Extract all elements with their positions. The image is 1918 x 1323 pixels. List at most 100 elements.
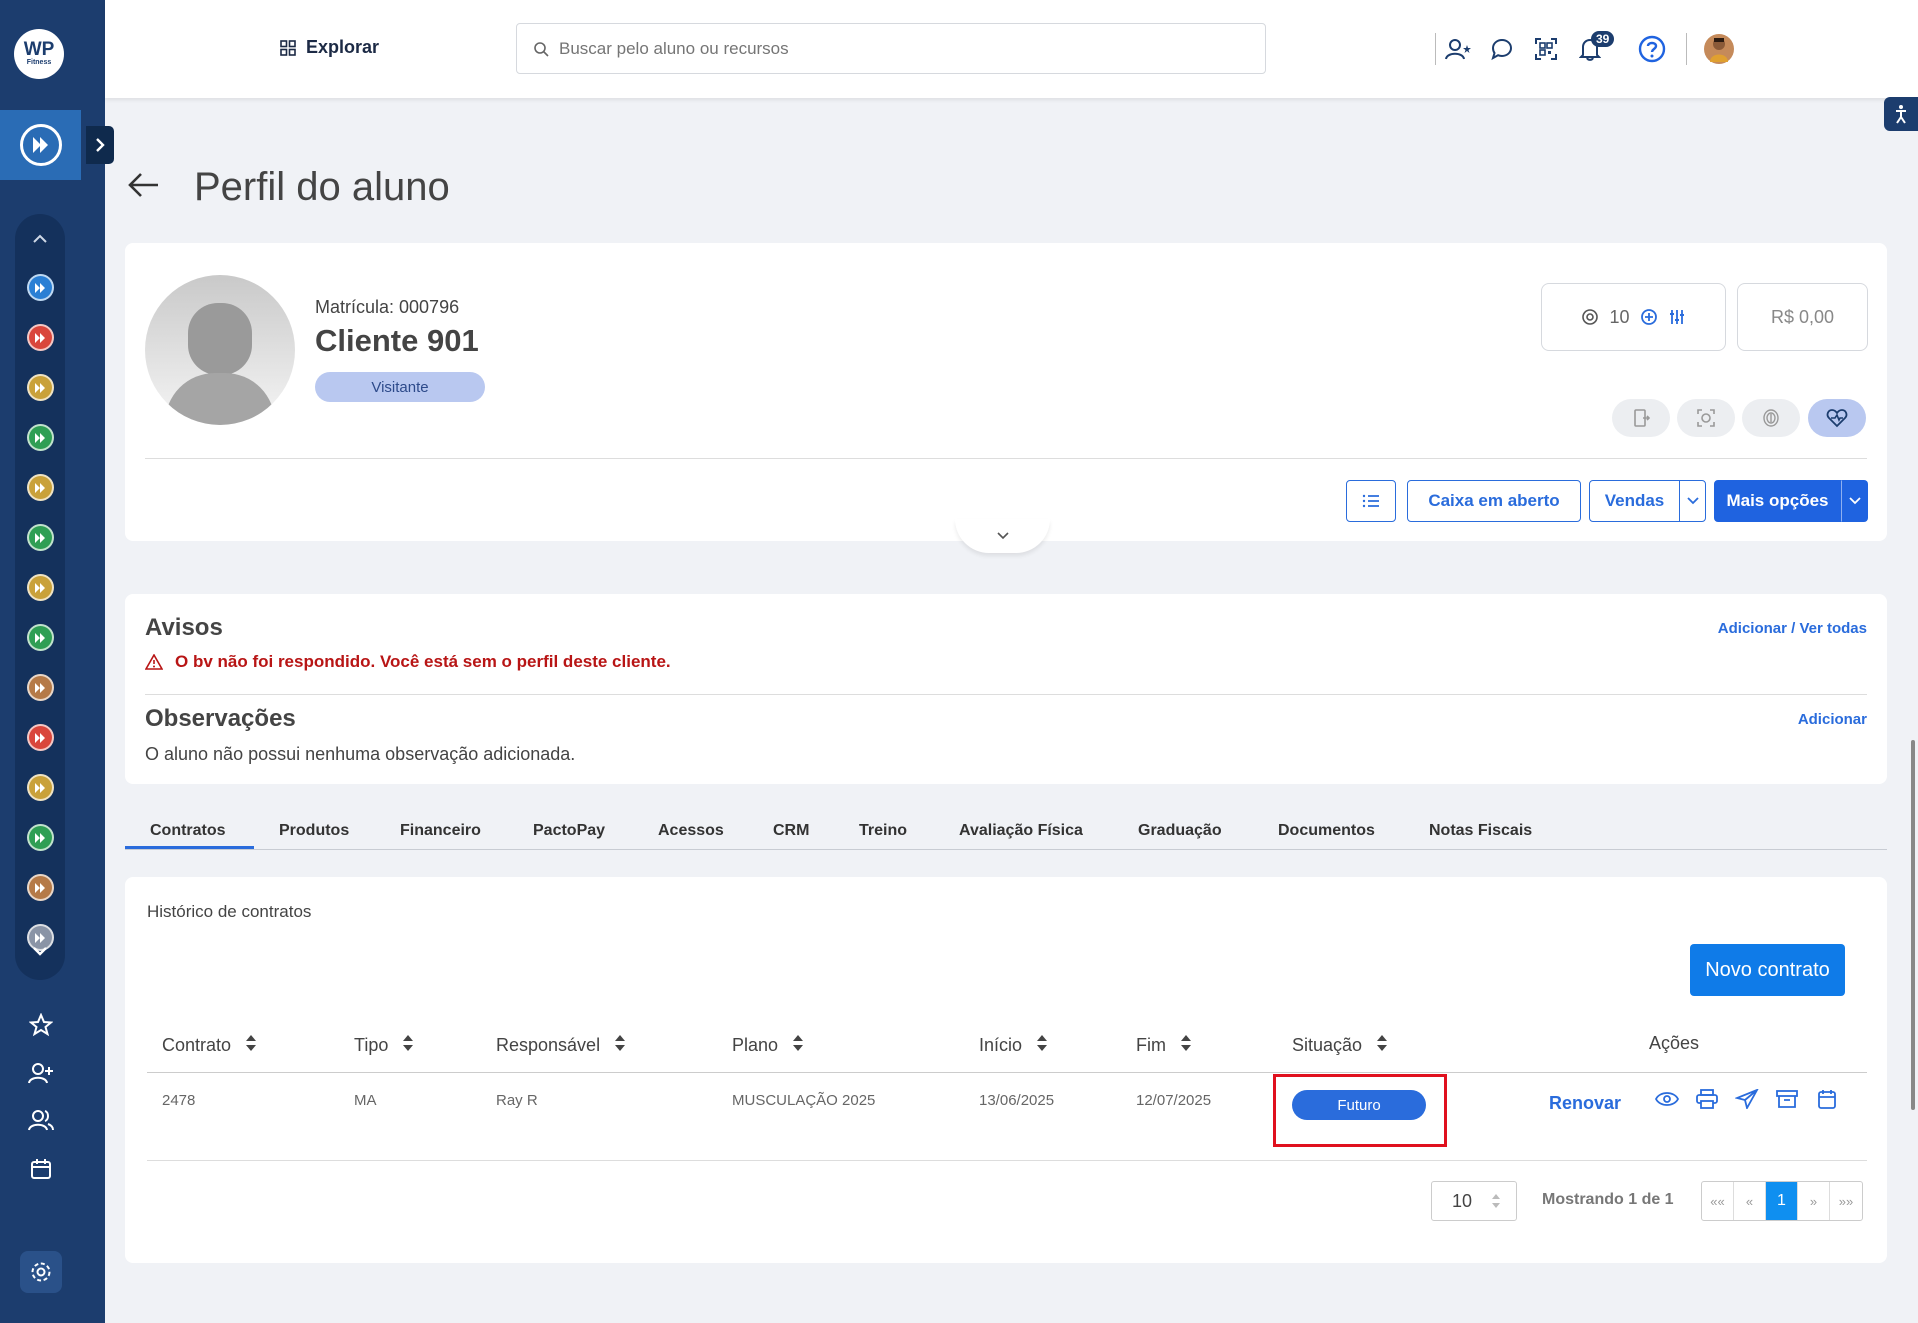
mais-opcoes-button[interactable]: Mais opções: [1714, 480, 1841, 522]
sidebar-module-1-icon[interactable]: [27, 274, 54, 301]
avisos-title: Avisos: [145, 614, 223, 641]
sidebar-module-11-icon[interactable]: [27, 774, 54, 801]
top-bar: Explorar 39: [105, 0, 1918, 98]
contracts-card: Histórico de contratos Novo contrato Con…: [125, 877, 1887, 1263]
column-header-label: Responsável: [496, 1035, 601, 1055]
search-box[interactable]: [516, 23, 1266, 74]
archive-icon[interactable]: [1775, 1089, 1799, 1109]
expand-profile-button[interactable]: [955, 519, 1050, 553]
column-header[interactable]: Tipo: [354, 1033, 414, 1058]
row-actions: [1655, 1089, 1839, 1109]
qr-code-icon[interactable]: [1524, 28, 1568, 70]
sidebar-module-13-icon[interactable]: [27, 874, 54, 901]
tab-5[interactable]: CRM: [773, 822, 809, 840]
active-tab-indicator: [125, 846, 254, 849]
page-size-select[interactable]: 10: [1431, 1181, 1517, 1221]
scrollbar-thumb[interactable]: [1911, 740, 1915, 1110]
renovar-link[interactable]: Renovar: [1549, 1093, 1621, 1114]
fingerprint-icon[interactable]: [1742, 399, 1800, 437]
adjust-sliders-icon[interactable]: [1668, 308, 1686, 326]
column-header[interactable]: Contrato: [162, 1033, 257, 1058]
sort-icon[interactable]: [402, 1033, 414, 1058]
sidebar-module-7-icon[interactable]: [27, 574, 54, 601]
sort-icon[interactable]: [1036, 1033, 1048, 1058]
column-header[interactable]: Plano: [732, 1033, 804, 1058]
profile-card: Matrícula: 000796 Cliente 901 Visitante …: [125, 243, 1887, 553]
sidebar-module-2-icon[interactable]: [27, 324, 54, 351]
vendas-dropdown-button[interactable]: [1679, 480, 1706, 522]
add-user-icon[interactable]: [26, 1058, 56, 1088]
current-module[interactable]: [0, 110, 81, 180]
health-heart-icon[interactable]: [1808, 399, 1866, 437]
sort-icon[interactable]: [1376, 1033, 1388, 1058]
view-eye-icon[interactable]: [1655, 1089, 1679, 1109]
calendar-icon[interactable]: [26, 1154, 56, 1184]
tab-1[interactable]: Produtos: [279, 822, 349, 840]
user-avatar[interactable]: [1697, 28, 1741, 70]
chat-icon[interactable]: [1480, 28, 1524, 70]
caixa-em-aberto-button[interactable]: Caixa em aberto: [1407, 480, 1581, 522]
sidebar-expand-button[interactable]: [86, 126, 114, 164]
sort-icon[interactable]: [245, 1033, 257, 1058]
points-value: 10: [1609, 306, 1630, 327]
vendas-button[interactable]: Vendas: [1589, 480, 1680, 522]
sort-icon[interactable]: [614, 1033, 626, 1058]
brand-logo[interactable]: WP Fitness: [14, 29, 64, 79]
tab-6[interactable]: Treino: [859, 822, 907, 840]
tab-2[interactable]: Financeiro: [400, 822, 481, 840]
column-header[interactable]: Situação: [1292, 1033, 1388, 1058]
chevron-down-icon[interactable]: [15, 940, 65, 961]
chevron-up-icon[interactable]: [15, 228, 65, 249]
registration-number: Matrícula: 000796: [315, 297, 460, 317]
star-icon[interactable]: [26, 1010, 56, 1040]
sidebar-module-9-icon[interactable]: [27, 674, 54, 701]
sidebar-module-6-icon[interactable]: [27, 524, 54, 551]
avisos-add-view-link[interactable]: Adicionar / Ver todas: [1718, 620, 1867, 637]
sort-icon[interactable]: [1180, 1033, 1192, 1058]
print-icon[interactable]: [1695, 1089, 1719, 1109]
mais-opcoes-dropdown-button[interactable]: [1841, 480, 1868, 522]
tab-4[interactable]: Acessos: [658, 822, 724, 840]
sidebar-module-12-icon[interactable]: [27, 824, 54, 851]
add-points-icon[interactable]: [1640, 308, 1658, 326]
tab-3[interactable]: PactoPay: [533, 822, 605, 840]
calendar-icon[interactable]: [1815, 1089, 1839, 1109]
tab-7[interactable]: Avaliação Física: [959, 822, 1083, 840]
help-icon[interactable]: [1630, 28, 1674, 70]
face-recognition-icon[interactable]: [1677, 399, 1735, 437]
next-page-button[interactable]: »: [1798, 1182, 1830, 1220]
settings-gear-icon[interactable]: [20, 1251, 62, 1293]
send-icon[interactable]: [1735, 1089, 1759, 1109]
tab-8[interactable]: Graduação: [1138, 822, 1222, 840]
student-photo[interactable]: [145, 275, 295, 425]
add-student-icon[interactable]: [1436, 28, 1480, 70]
sidebar-module-4-icon[interactable]: [27, 424, 54, 451]
sidebar-module-5-icon[interactable]: [27, 474, 54, 501]
column-header[interactable]: Fim: [1136, 1033, 1192, 1058]
sidebar: WP Fitness: [0, 0, 105, 1323]
tab-10[interactable]: Notas Fiscais: [1429, 822, 1532, 840]
sidebar-module-3-icon[interactable]: [27, 374, 54, 401]
back-arrow-icon[interactable]: [128, 168, 160, 207]
sidebar-module-8-icon[interactable]: [27, 624, 54, 651]
last-page-button[interactable]: »»: [1830, 1182, 1862, 1220]
prev-page-button[interactable]: «: [1734, 1182, 1766, 1220]
notifications-bell-icon[interactable]: 39: [1568, 28, 1615, 70]
grid-icon: [280, 39, 296, 56]
first-page-button[interactable]: ««: [1702, 1182, 1734, 1220]
column-header[interactable]: Início: [979, 1033, 1048, 1058]
current-page-button[interactable]: 1: [1766, 1182, 1798, 1220]
tab-0[interactable]: Contratos: [150, 822, 226, 840]
users-icon[interactable]: [26, 1105, 56, 1135]
observacoes-add-link[interactable]: Adicionar: [1798, 711, 1867, 728]
explore-button[interactable]: Explorar: [280, 37, 379, 58]
list-view-button[interactable]: [1346, 480, 1396, 522]
sidebar-module-10-icon[interactable]: [27, 724, 54, 751]
column-header[interactable]: Responsável: [496, 1033, 626, 1058]
tab-9[interactable]: Documentos: [1278, 822, 1375, 840]
new-contract-button[interactable]: Novo contrato: [1690, 944, 1845, 996]
search-input[interactable]: [559, 38, 1209, 59]
sort-icon[interactable]: [792, 1033, 804, 1058]
accessibility-icon[interactable]: [1884, 97, 1918, 131]
exit-door-icon[interactable]: [1612, 399, 1670, 437]
